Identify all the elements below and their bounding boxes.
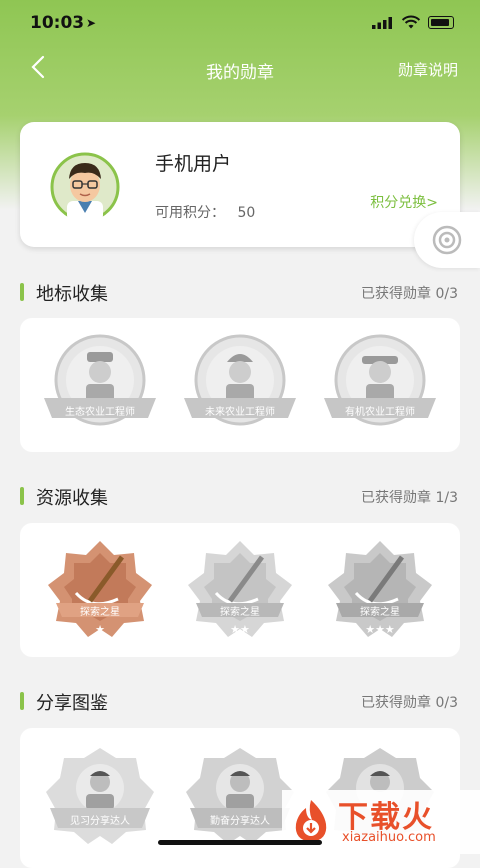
section-resource-header: 资源收集 已获得勋章 1/3 — [20, 484, 460, 509]
home-indicator — [158, 840, 322, 845]
locked-sharer-medal-icon — [46, 748, 154, 844]
watermark-url: xiazaihuo.com — [342, 830, 436, 845]
locked-medal-icon — [324, 334, 436, 426]
username: 手机用户 — [155, 153, 232, 175]
available-points: 可用积分： 50 — [155, 202, 255, 222]
section-landmark-header: 地标收集 已获得勋章 0/3 — [20, 280, 460, 305]
section-share-header: 分享图鉴 已获得勋章 0/3 — [20, 689, 460, 714]
badge-explorer-star-earned[interactable]: ★ 探索之星 — [40, 537, 160, 647]
badge-label: 见习分享达人 — [70, 816, 130, 827]
section-count: 已获得勋章 0/3 — [361, 286, 458, 302]
section-count: 已获得勋章 1/3 — [361, 490, 458, 506]
medal-help-link[interactable]: 勋章说明 — [398, 59, 458, 80]
section-accent-bar — [20, 692, 24, 710]
wifi-icon — [401, 15, 421, 29]
badge-label: 未来农业工程师 — [205, 407, 275, 418]
locked-medal-icon — [184, 334, 296, 426]
nav-bar: 我的勋章 勋章说明 — [0, 46, 480, 90]
locked-medal-icon — [44, 334, 156, 426]
status-time: 10:03 — [30, 13, 85, 33]
lens-icon — [432, 225, 462, 255]
explorer-medal-icon: ★ — [48, 541, 152, 637]
badge-explorer-star-2[interactable]: ★★ 探索之星 — [180, 537, 300, 647]
svg-text:★★★: ★★★ — [365, 623, 395, 636]
status-bar: 10:03 ➤ — [0, 0, 480, 46]
section-count: 已获得勋章 0/3 — [361, 695, 458, 711]
svg-text:★: ★ — [95, 623, 105, 636]
cellular-signal-icon — [372, 17, 392, 29]
badge-label: 探索之星 — [360, 607, 400, 618]
section-resource-badges: ★ 探索之星 ★★ 探索之星 ★★★ 探索之星 — [20, 523, 460, 657]
badge-label: 探索之星 — [220, 607, 260, 618]
badge-label: 生态农业工程师 — [65, 407, 135, 418]
locked-explorer-medal-icon: ★★★ — [328, 541, 432, 637]
svg-text:★★: ★★ — [230, 623, 250, 636]
floating-camera-button[interactable] — [414, 212, 480, 268]
badge-label: 有机农业工程师 — [345, 407, 415, 418]
badge-eco-agri-engineer[interactable]: 生态农业工程师 — [40, 330, 160, 440]
section-accent-bar — [20, 283, 24, 301]
section-title: 分享图鉴 — [36, 693, 108, 714]
section-title: 地标收集 — [36, 284, 108, 305]
locked-explorer-medal-icon: ★★ — [188, 541, 292, 637]
section-landmark-badges: 生态农业工程师 未来农业工程师 有机农业工程师 — [20, 318, 460, 452]
badge-explorer-star-3[interactable]: ★★★ 探索之星 — [320, 537, 440, 647]
section-title: 资源收集 — [36, 488, 108, 509]
battery-icon — [428, 16, 454, 29]
flame-logo-icon — [295, 800, 327, 842]
points-exchange-link[interactable]: 积分兑换> — [370, 192, 438, 212]
points-value: 50 — [237, 205, 256, 221]
badge-trainee-sharer[interactable]: 见习分享达人 — [40, 744, 160, 854]
badge-label: 探索之星 — [80, 607, 120, 618]
points-label: 可用积分： — [155, 205, 225, 221]
avatar — [50, 152, 120, 221]
badge-organic-agri-engineer[interactable]: 有机农业工程师 — [320, 330, 440, 440]
badge-future-agri-engineer[interactable]: 未来农业工程师 — [180, 330, 300, 440]
location-arrow-icon: ➤ — [86, 16, 97, 30]
section-accent-bar — [20, 487, 24, 505]
user-card: 手机用户 可用积分： 50 积分兑换> — [20, 122, 460, 247]
